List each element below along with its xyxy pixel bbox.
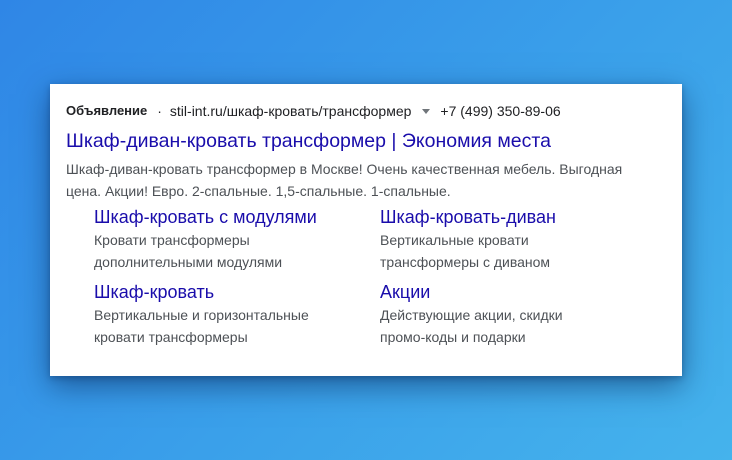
sitelink-title[interactable]: Шкаф-кровать xyxy=(94,281,380,303)
ad-title-link[interactable]: Шкаф-диван-кровать трансформер | Экономи… xyxy=(66,129,666,153)
sitelink-description-line: промо-коды и подарки xyxy=(380,329,526,345)
sitelink-item: Шкаф-кровать Вертикальные и горизонтальн… xyxy=(94,281,380,348)
sitelink-description: Вертикальные кровати трансформеры с дива… xyxy=(380,229,654,273)
ad-description-line: Шкаф-диван-кровать трансформер в Москве!… xyxy=(66,161,623,177)
ad-description: Шкаф-диван-кровать трансформер в Москве!… xyxy=(66,158,656,202)
phone-number[interactable]: +7 (499) 350-89-06 xyxy=(440,102,560,120)
ad-badge: Объявление xyxy=(66,103,148,118)
dropdown-arrow-icon[interactable] xyxy=(422,109,431,114)
sitelink-title[interactable]: Шкаф-кровать-диван xyxy=(380,206,654,228)
ad-header: Объявление · stil-int.ru/шкаф-кровать/тр… xyxy=(66,102,666,120)
sitelink-title[interactable]: Шкаф-кровать с модулями xyxy=(94,206,380,228)
sitelink-description-line: Вертикальные кровати xyxy=(380,232,529,248)
sitelink-description: Кровати трансформеры дополнительными мод… xyxy=(94,229,380,273)
ad-description-line: цена. Акции! Евро. 2-спальные. 1,5-спаль… xyxy=(66,183,451,199)
sitelink-description-line: трансформеры с диваном xyxy=(380,254,551,270)
display-url[interactable]: stil-int.ru/шкаф-кровать/трансформер xyxy=(170,102,411,120)
sitelink-item: Акции Действующие акции, скидки промо-ко… xyxy=(380,281,654,348)
sitelink-description-line: Кровати трансформеры xyxy=(94,232,250,248)
sitelink-title[interactable]: Акции xyxy=(380,281,654,303)
search-ad-card: Объявление · stil-int.ru/шкаф-кровать/тр… xyxy=(50,84,682,376)
sitelink-description-line: дополнительными модулями xyxy=(94,254,283,270)
sitelinks: Шкаф-кровать с модулями Кровати трансфор… xyxy=(94,206,654,348)
sitelink-description: Вертикальные и горизонтальные кровати тр… xyxy=(94,304,380,348)
sitelink-description: Действующие акции, скидки промо-коды и п… xyxy=(380,304,654,348)
header-separator: · xyxy=(157,103,162,119)
sitelink-description-line: кровати трансформеры xyxy=(94,329,248,345)
sitelink-description-line: Вертикальные и горизонтальные xyxy=(94,307,309,323)
sitelink-description-line: Действующие акции, скидки xyxy=(380,307,563,323)
sitelink-item: Шкаф-кровать-диван Вертикальные кровати … xyxy=(380,206,654,273)
sitelink-item: Шкаф-кровать с модулями Кровати трансфор… xyxy=(94,206,380,273)
